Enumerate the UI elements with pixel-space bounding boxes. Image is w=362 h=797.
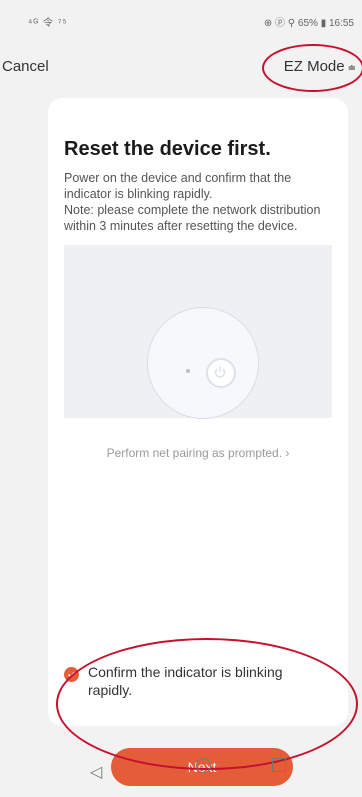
status-icons-and-time: ⊕ ⓟ ⚲ 65% ▮ 16:55: [263, 18, 354, 29]
signal-indicators: ⁴ᴳ 令 ⁷⁵: [28, 18, 68, 29]
mode-selector[interactable]: EZ Mode ≐: [284, 58, 356, 75]
indicator-light: [186, 369, 190, 373]
mode-label: EZ Mode: [283, 58, 345, 75]
device-image: [147, 307, 259, 419]
check-icon[interactable]: [64, 667, 79, 682]
back-triangle-icon[interactable]: ◁: [90, 762, 102, 782]
recent-apps-square-icon[interactable]: [272, 758, 286, 772]
instruction-power-on: Power on the device and confirm that the…: [64, 171, 292, 201]
mode-dropdown-icon: ≐: [347, 63, 356, 74]
instruction-note: Note: please complete the network distri…: [64, 203, 321, 233]
instructions: Power on the device and confirm that the…: [64, 170, 334, 234]
cancel-button[interactable]: Cancel: [2, 58, 49, 75]
page-title: Reset the device first.: [64, 138, 271, 160]
navigation-bar: ◁: [0, 750, 362, 797]
status-bar: ⁴ᴳ 令 ⁷⁵ ⊕ ⓟ ⚲ 65% ▮ 16:55: [0, 0, 362, 32]
reset-instruction-card: Reset the device first. Power on the dev…: [48, 98, 348, 786]
home-circle-icon[interactable]: [196, 758, 211, 773]
device-illustration: [64, 245, 332, 419]
confirm-indicator-label: Confirm the indicator is blinking rapidl…: [88, 664, 283, 698]
net-pairing-help-link[interactable]: Perform net pairing as prompted. ›: [48, 446, 348, 460]
power-icon: [206, 358, 236, 388]
